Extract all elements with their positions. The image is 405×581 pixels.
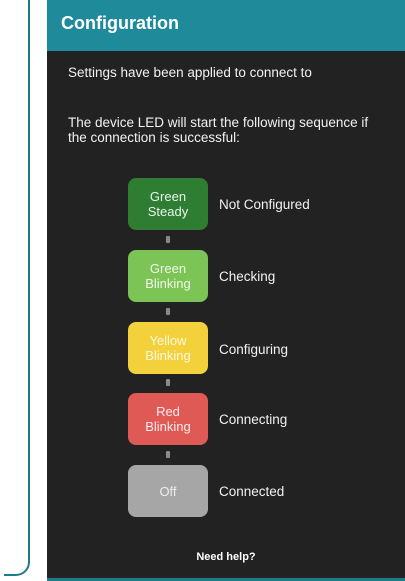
- led-sequence-intro: The device LED will start the following …: [68, 115, 369, 145]
- left-panel-frame: [4, 0, 30, 576]
- led-step-yellow-blinking: Yellow Blinking: [128, 322, 208, 374]
- led-step-off: Off: [128, 465, 208, 517]
- status-not-configured: Not Configured: [219, 197, 310, 212]
- status-checking: Checking: [219, 269, 276, 284]
- sequence-connector: [166, 308, 170, 315]
- applied-message: Settings have been applied to connect to: [68, 65, 312, 80]
- sequence-connector: [166, 379, 170, 386]
- status-connecting: Connecting: [219, 412, 288, 427]
- sequence-connector: [166, 236, 170, 243]
- status-configuring: Configuring: [219, 342, 289, 357]
- sequence-connector: [166, 451, 170, 458]
- need-help-link[interactable]: Need help?: [47, 551, 405, 563]
- configuration-dialog: Configuration Settings have been applied…: [47, 0, 405, 581]
- dialog-title: Configuration: [47, 0, 405, 51]
- led-step-green-blinking: Green Blinking: [128, 250, 208, 302]
- led-step-green-steady: Green Steady: [128, 178, 208, 230]
- status-connected: Connected: [219, 484, 285, 499]
- led-step-red-blinking: Red Blinking: [128, 393, 208, 445]
